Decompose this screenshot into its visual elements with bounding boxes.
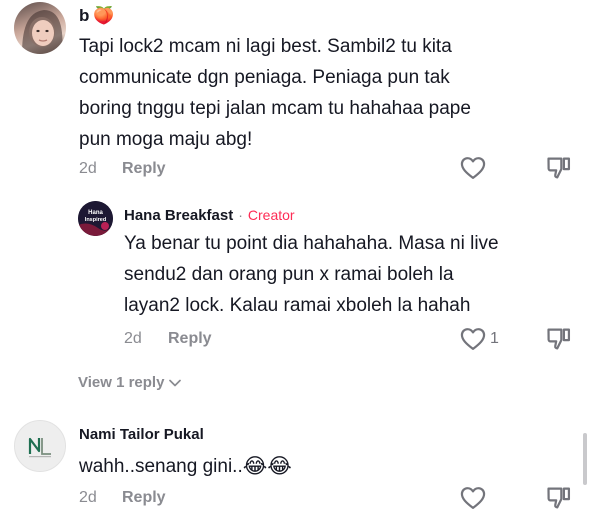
- comment-line: Tapi lock2 mcam ni lagi best. Sambil2 tu…: [79, 36, 452, 57]
- comment-line: wahh..senang gini..: [79, 456, 243, 477]
- username[interactable]: Nami Tailor Pukal: [79, 426, 204, 443]
- comment-time: 2d: [79, 489, 97, 506]
- comment-time: 2d: [124, 330, 142, 347]
- avatar-photo: [22, 10, 63, 54]
- laughing-emoji: 😂😂: [242, 455, 292, 478]
- like-count: 1: [490, 330, 499, 347]
- comment-header: b 🍑: [79, 3, 115, 29]
- avatar-text: Hana: [88, 210, 103, 216]
- avatar[interactable]: [14, 2, 66, 54]
- heart-icon[interactable]: [459, 325, 487, 353]
- dislike-icon[interactable]: [545, 325, 573, 353]
- peach-emoji: 🍑: [93, 6, 115, 25]
- avatar-logo: [15, 421, 65, 471]
- view-replies-button[interactable]: View 1 reply: [78, 374, 182, 391]
- reply-button[interactable]: Reply: [122, 160, 166, 178]
- dislike-icon[interactable]: [545, 484, 573, 512]
- comment-line: pun moga maju abg!: [79, 129, 253, 150]
- heart-icon[interactable]: [459, 484, 487, 512]
- reply-button[interactable]: Reply: [122, 489, 166, 507]
- reply-button[interactable]: Reply: [168, 330, 212, 348]
- comment-line: boring tnggu tepi jalan mcam tu hahahaa …: [79, 98, 471, 119]
- separator: ·: [238, 207, 243, 223]
- comment-line: sendu2 dan orang pun x ramai boleh la: [124, 264, 454, 285]
- creator-badge: Creator: [247, 207, 295, 223]
- reply-header: Hana Breakfast · Creator: [124, 205, 295, 225]
- heart-icon[interactable]: [459, 154, 487, 182]
- dislike-icon[interactable]: [545, 154, 573, 182]
- comment-time: 2d: [79, 160, 97, 177]
- comment-text: Tapi lock2 mcam ni lagi best. Sambil2 tu…: [79, 31, 579, 155]
- username[interactable]: Hana Breakfast: [124, 207, 233, 224]
- avatar-text: Inspired: [84, 217, 107, 223]
- avatar[interactable]: [14, 420, 66, 472]
- reply-text: Ya benar tu point dia hahahaha. Masa ni …: [124, 228, 574, 321]
- comment-line: Ya benar tu point dia hahahaha. Masa ni …: [124, 233, 499, 254]
- view-replies-label: View 1 reply: [78, 374, 165, 391]
- username[interactable]: b: [79, 6, 89, 26]
- chevron-down-icon: [168, 376, 182, 390]
- comment-text: wahh..senang gini.. 😂😂: [79, 451, 292, 482]
- scrollbar[interactable]: [583, 433, 587, 485]
- creator-avatar[interactable]: Hana Inspired: [78, 201, 113, 236]
- comment-line: communicate dgn peniaga. Peniaga pun tak: [79, 67, 450, 88]
- comment-line: layan2 lock. Kalau ramai xboleh la hahah: [124, 295, 471, 316]
